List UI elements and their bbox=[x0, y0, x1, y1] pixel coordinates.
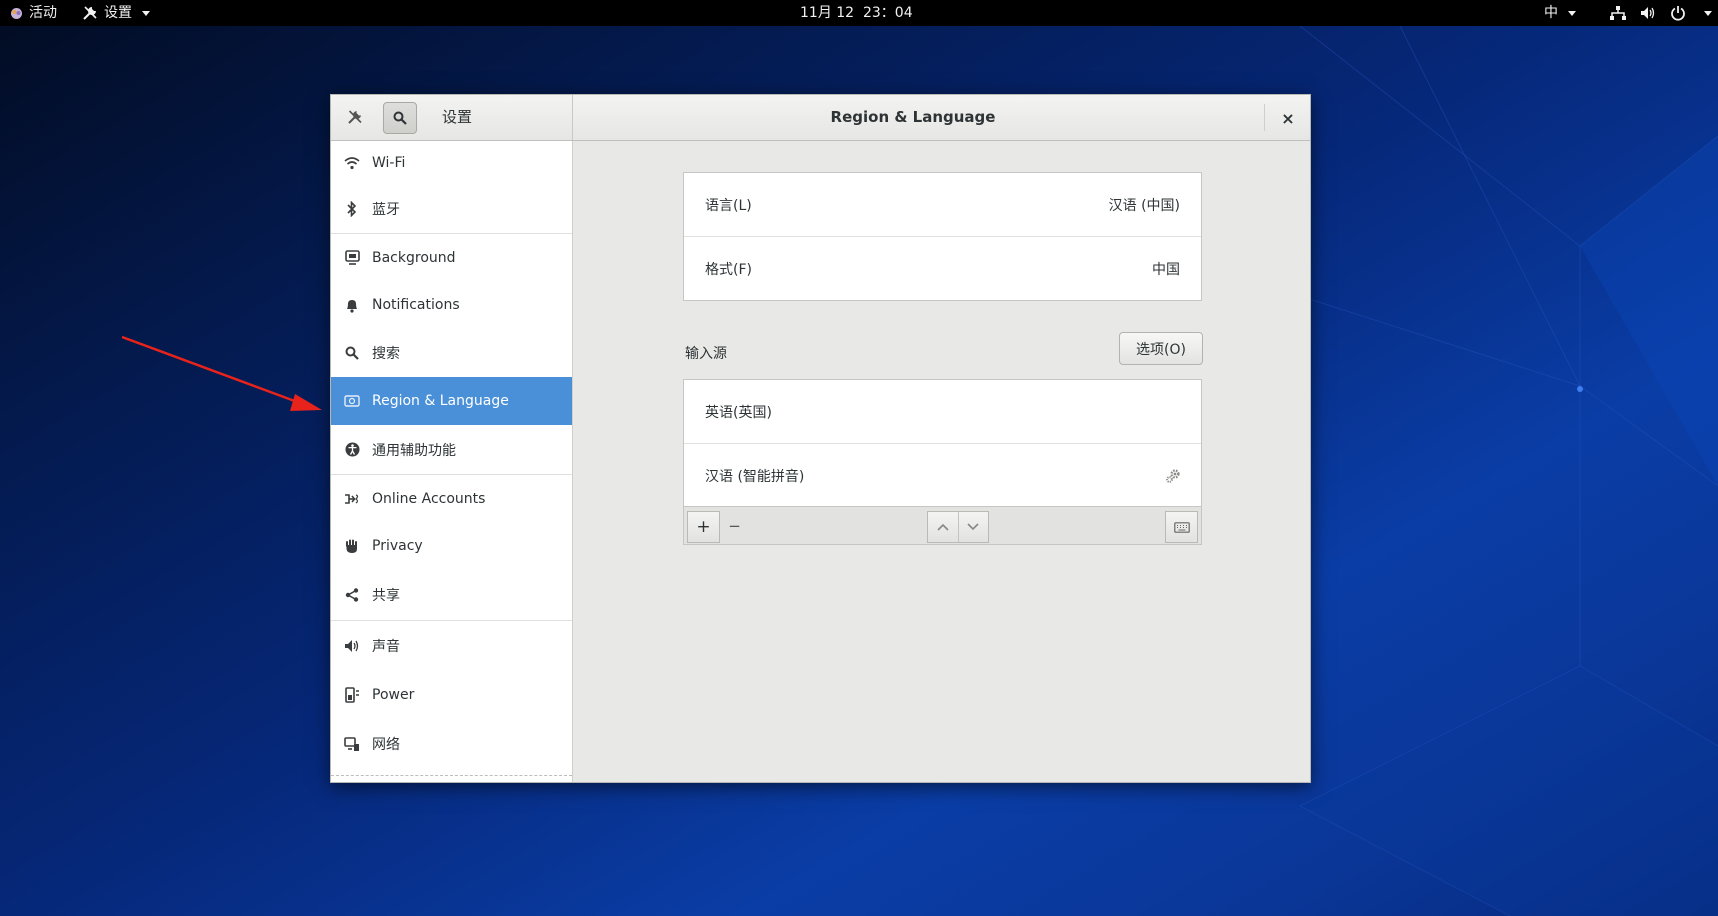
power-icon bbox=[1671, 6, 1685, 21]
chevron-down-icon bbox=[1568, 10, 1576, 16]
app-menu[interactable]: 设置 bbox=[82, 0, 150, 26]
activities-button[interactable]: 活动 bbox=[10, 0, 57, 26]
top-bar: 活动 设置 11月 12 23：04 中 bbox=[0, 0, 1718, 26]
clock[interactable]: 11月 12 23：04 bbox=[800, 0, 913, 26]
chevron-down-icon bbox=[142, 10, 150, 16]
app-menu-label: 设置 bbox=[104, 5, 132, 21]
volume-icon bbox=[1641, 7, 1655, 19]
annotation-arrow bbox=[121, 335, 322, 411]
clock-label: 11月 12 23：04 bbox=[800, 5, 913, 21]
activities-icon bbox=[11, 7, 22, 19]
activities-label: 活动 bbox=[29, 5, 57, 21]
system-status-area[interactable] bbox=[1610, 0, 1712, 26]
network-wired-icon bbox=[1610, 6, 1626, 20]
input-method-label: 中 bbox=[1544, 5, 1558, 21]
tools-icon bbox=[83, 6, 97, 20]
input-method-menu[interactable]: 中 bbox=[1544, 0, 1576, 26]
chevron-down-icon bbox=[1704, 10, 1712, 16]
